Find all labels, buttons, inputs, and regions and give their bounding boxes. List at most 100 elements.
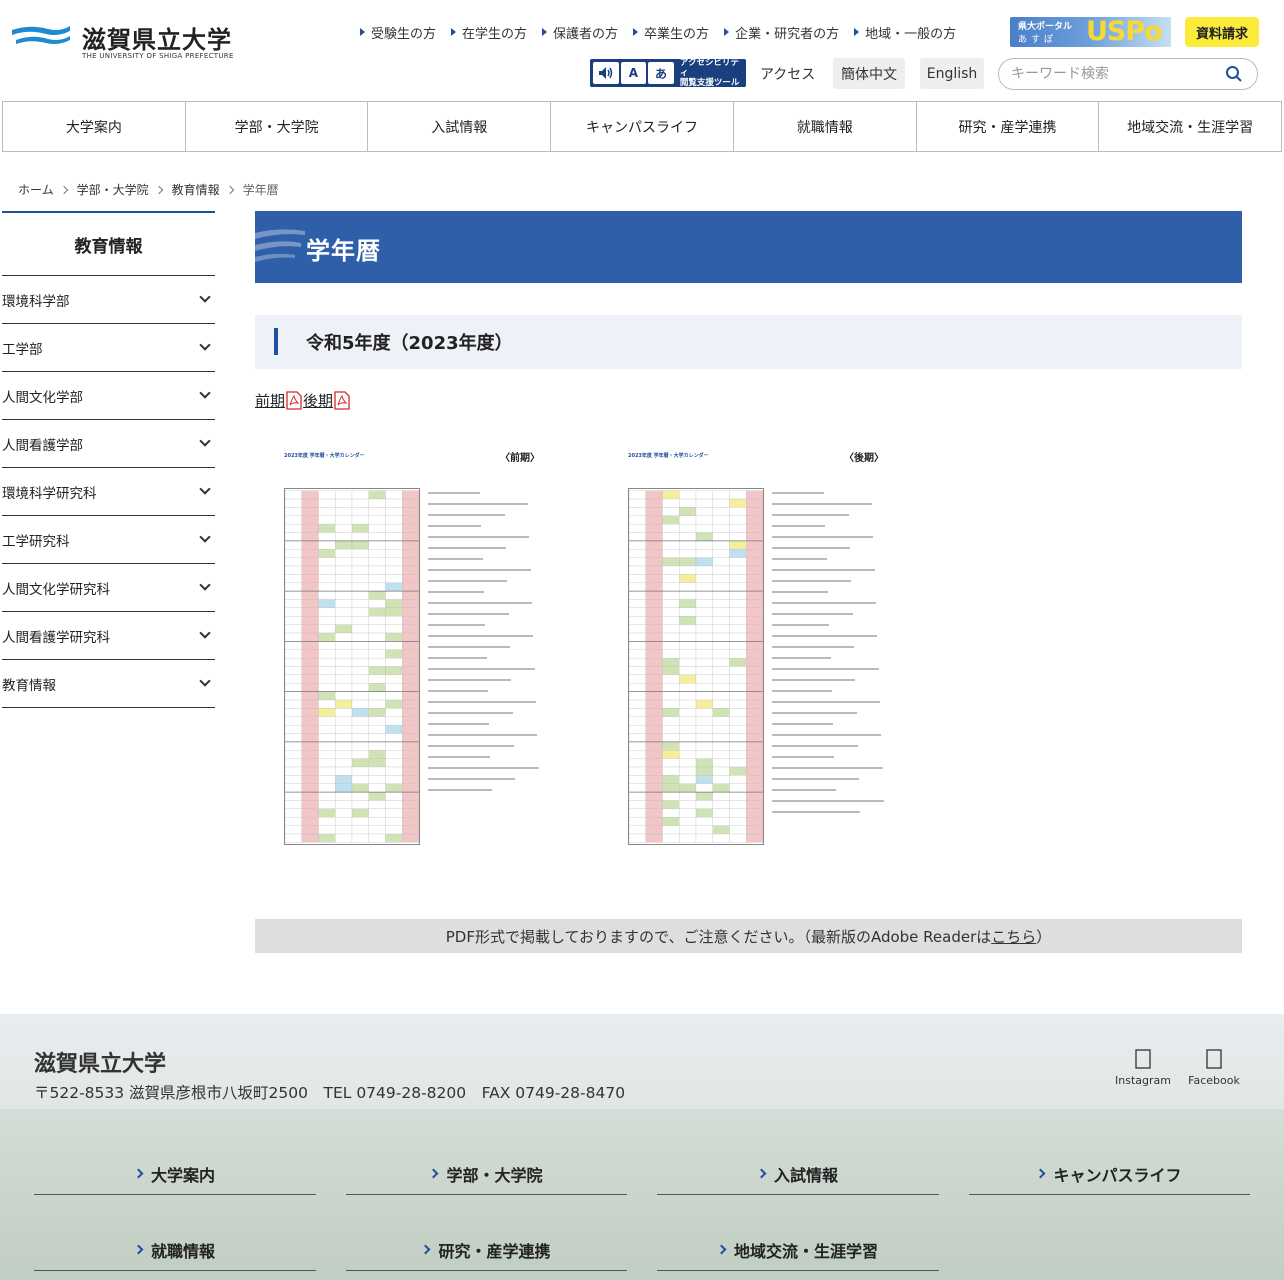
chevron-right-icon [225, 185, 234, 194]
gnav-campus-life[interactable]: キャンパスライフ [551, 102, 734, 151]
english-language-button[interactable]: English [920, 58, 984, 89]
sidebar-item-engineering[interactable]: 工学部 [2, 324, 215, 372]
second-semester-pdf-link[interactable]: 後期 [303, 390, 333, 411]
breadcrumb-current: 学年暦 [242, 183, 279, 197]
audience-link-companies[interactable]: 企業・研究者の方 [716, 22, 846, 42]
footer-university-name: 滋賀県立大学 [34, 1052, 167, 1077]
sidebar-item-human-culture[interactable]: 人間文化学部 [2, 372, 215, 420]
sidebar-item-nursing[interactable]: 人間看護学部 [2, 420, 215, 468]
gnav-research[interactable]: 研究・産学連携 [917, 102, 1100, 151]
chevron-down-icon [199, 675, 211, 687]
chevron-right-icon [716, 1244, 727, 1255]
gnav-community[interactable]: 地域交流・生涯学習 [1099, 102, 1281, 151]
logo-wave-icon [12, 26, 70, 44]
chevron-down-icon [199, 483, 211, 495]
chevron-down-icon [199, 531, 211, 543]
triangle-right-icon [451, 28, 457, 36]
sidebar-item-education-info[interactable]: 教育情報 [2, 660, 215, 708]
chevron-right-icon [421, 1244, 431, 1255]
site-header: 滋賀県立大学 THE UNIVERSITY OF SHIGA PREFECTUR… [0, 0, 1284, 100]
calendar-notes [428, 492, 558, 832]
audience-nav: 受験生の方 在学生の方 保護者の方 卒業生の方 企業・研究者の方 地域・一般の方 [352, 22, 963, 42]
request-materials-button[interactable]: 資料請求 [1185, 17, 1259, 47]
chevron-right-icon [154, 185, 163, 194]
sidebar: 教育情報 環境科学部 工学部 人間文化学部 人間看護学部 環境科学研究科 工学研… [2, 211, 215, 708]
sidebar-item-engineering-grad[interactable]: 工学研究科 [2, 516, 215, 564]
pdf-icon[interactable] [286, 391, 302, 410]
hiragana-icon: あ [648, 62, 674, 84]
global-nav: 大学案内 学部・大学院 入試情報 キャンパスライフ 就職情報 研究・産学連携 地… [2, 101, 1282, 152]
sidebar-item-human-culture-grad[interactable]: 人間文化学研究科 [2, 564, 215, 612]
accessibility-tool-button[interactable]: A あ アクセシビリティ 閲覧支援ツール [590, 58, 746, 88]
breadcrumb-home[interactable]: ホーム [18, 181, 54, 198]
gnav-faculties[interactable]: 学部・大学院 [186, 102, 369, 151]
audience-link-applicants[interactable]: 受験生の方 [352, 22, 443, 42]
font-size-icon: A [620, 62, 647, 84]
second-semester-calendar-image[interactable]: 2023年度 学年暦・大学カレンダー 〈後期〉 [624, 446, 906, 878]
gnav-careers[interactable]: 就職情報 [734, 102, 917, 151]
triangle-right-icon [633, 28, 639, 36]
footer-link-careers[interactable]: 就職情報 [34, 1229, 316, 1271]
chinese-language-button[interactable]: 簡体中文 [833, 58, 905, 89]
search-box [998, 58, 1258, 90]
calendar-notes [772, 492, 902, 832]
sidebar-item-nursing-grad[interactable]: 人間看護学研究科 [2, 612, 215, 660]
footer-link-community[interactable]: 地域交流・生涯学習 [657, 1229, 939, 1271]
chevron-right-icon [59, 185, 68, 194]
triangle-right-icon [360, 28, 365, 36]
pdf-notice: PDF形式で掲載しておりますので、ご注意ください。（最新版のAdobe Read… [255, 919, 1242, 953]
pdf-links: 前期 後期 [255, 390, 351, 411]
instagram-icon [1135, 1049, 1151, 1069]
chevron-down-icon [199, 339, 211, 351]
instagram-link[interactable]: Instagram [1113, 1048, 1173, 1087]
uspo-portal-banner[interactable]: 県大ポータル あすぽ USPo [1010, 16, 1171, 47]
chevron-right-icon [1036, 1168, 1046, 1179]
heading-accent-bar [274, 328, 278, 355]
section-heading: 令和5年度（2023年度） [255, 315, 1242, 369]
footer-link-faculties[interactable]: 学部・大学院 [346, 1153, 627, 1195]
chevron-right-icon [756, 1168, 767, 1179]
logo-name: 滋賀県立大学 [82, 26, 232, 54]
adobe-reader-link[interactable]: こちら [991, 926, 1036, 947]
calendar-grid [628, 488, 764, 845]
sidebar-item-env-science-grad[interactable]: 環境科学研究科 [2, 468, 215, 516]
footer-link-campus-life[interactable]: キャンパスライフ [969, 1153, 1250, 1195]
chevron-down-icon [199, 627, 211, 639]
chevron-down-icon [199, 387, 211, 399]
page-title-banner: 学年暦 [255, 211, 1242, 283]
first-semester-calendar-image[interactable]: 2023年度 学年暦・大学カレンダー 〈前期〉 [280, 446, 562, 878]
audience-link-parents[interactable]: 保護者の方 [534, 22, 625, 42]
page-title: 学年暦 [306, 237, 381, 265]
sidebar-item-env-science[interactable]: 環境科学部 [2, 276, 215, 324]
chevron-right-icon [133, 1244, 144, 1255]
first-semester-pdf-link[interactable]: 前期 [255, 390, 285, 411]
audience-link-alumni[interactable]: 卒業生の方 [625, 22, 716, 42]
chevron-down-icon [199, 435, 211, 447]
footer-link-about[interactable]: 大学案内 [34, 1153, 316, 1195]
pdf-icon[interactable] [334, 391, 350, 410]
access-link[interactable]: アクセス [760, 64, 815, 84]
logo-english-name: THE UNIVERSITY OF SHIGA PREFECTURE [82, 52, 234, 60]
gnav-about[interactable]: 大学案内 [3, 102, 186, 151]
speaker-icon [593, 62, 619, 84]
triangle-right-icon [724, 28, 730, 36]
footer-link-admissions[interactable]: 入試情報 [657, 1153, 939, 1195]
search-input[interactable] [1011, 64, 1211, 84]
facebook-link[interactable]: Facebook [1184, 1048, 1244, 1087]
footer-link-research[interactable]: 研究・産学連携 [346, 1229, 627, 1271]
audience-link-community[interactable]: 地域・一般の方 [846, 22, 963, 42]
breadcrumb-education[interactable]: 教育情報 [172, 181, 220, 198]
search-icon[interactable] [1225, 65, 1243, 83]
chevron-down-icon [199, 291, 211, 303]
breadcrumb-faculties[interactable]: 学部・大学院 [77, 181, 149, 198]
calendar-grid [284, 488, 420, 845]
audience-link-students[interactable]: 在学生の方 [443, 22, 534, 42]
university-logo[interactable]: 滋賀県立大学 THE UNIVERSITY OF SHIGA PREFECTUR… [10, 18, 233, 62]
facebook-icon [1206, 1049, 1222, 1069]
chevron-right-icon [133, 1168, 144, 1179]
wave-decoration-icon [255, 229, 305, 262]
gnav-admissions[interactable]: 入試情報 [368, 102, 552, 151]
section-title: 令和5年度（2023年度） [306, 333, 513, 354]
breadcrumb: ホーム 学部・大学院 教育情報 学年暦 [18, 181, 279, 198]
sidebar-title: 教育情報 [2, 211, 215, 276]
